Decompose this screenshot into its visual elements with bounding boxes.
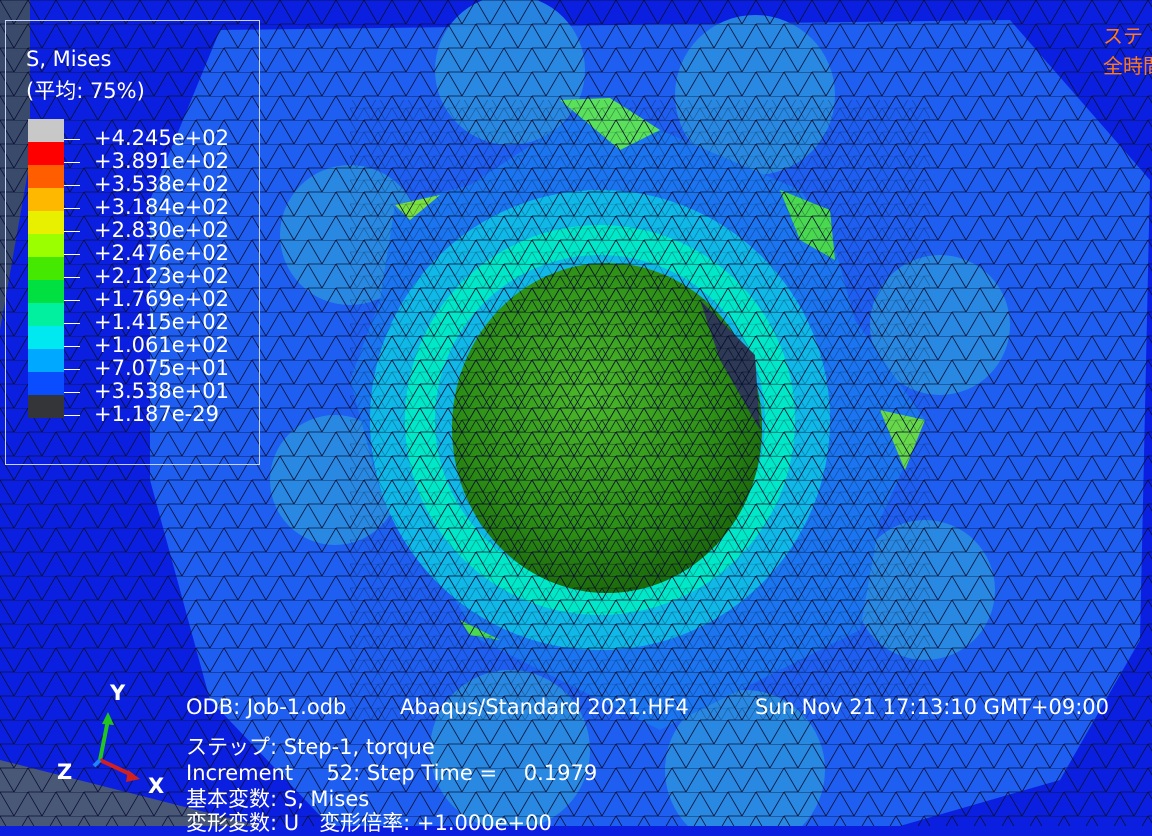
step-description: ステップ: Step-1, torque [186,735,435,759]
legend-value: +4.245e+02 [94,126,229,150]
total-time-label-corner: 全時間 [1103,54,1152,78]
increment-info: Increment 52: Step Time = 0.1979 [186,761,598,785]
x-axis-arrow [99,758,133,777]
z-axis-arrow [92,758,102,768]
legend-tick [64,392,80,393]
step-label-corner: ステ [1103,24,1143,48]
legend-value: +1.061e+02 [94,333,229,357]
legend-value: +1.415e+02 [94,310,229,334]
legend-swatch [28,303,64,326]
legend-value: +7.075e+01 [94,356,229,380]
legend-swatch [28,211,64,234]
legend-tick [64,208,80,209]
legend-swatch [28,142,64,165]
legend-averaging: (平均: 75%) [26,79,145,103]
legend-tick [64,346,80,347]
legend-tick [64,323,80,324]
legend-title: S, Mises [26,47,112,71]
legend-tick [64,139,80,140]
deformed-variable: 変形変数: U 変形倍率: +1.000e+00 [186,811,552,835]
legend-value: +3.891e+02 [94,149,229,173]
legend-tick [64,415,80,416]
contour-legend[interactable]: S, Mises (平均: 75%) +4.245e+02 +3.891e+02 +… [5,20,260,465]
legend-swatch [28,188,64,211]
legend-tick [64,369,80,370]
legend-swatch [28,326,64,349]
legend-swatch [28,119,64,142]
legend-value: +3.538e+02 [94,172,229,196]
legend-swatch [28,257,64,280]
legend-tick [64,300,80,301]
legend-swatch [28,234,64,257]
legend-tick [64,231,80,232]
x-axis-label: X [148,774,165,798]
legend-value: +2.476e+02 [94,241,229,265]
z-axis-label: Z [57,760,73,784]
solver-version: Abaqus/Standard 2021.HF4 [400,695,689,719]
legend-value: +1.187e-29 [94,402,219,426]
legend-swatch [28,280,64,303]
legend-swatch [28,395,64,418]
legend-tick [64,254,80,255]
legend-swatch [28,372,64,395]
legend-value: +1.769e+02 [94,287,229,311]
legend-value: +2.830e+02 [94,218,229,242]
legend-value: +3.184e+02 [94,195,229,219]
model-viewport[interactable]: S, Mises (平均: 75%) +4.245e+02 +3.891e+02 +… [0,0,1152,835]
legend-tick [64,162,80,163]
legend-swatch [28,165,64,188]
legend-value: +3.538e+01 [94,379,229,403]
legend-tick [64,277,80,278]
legend-tick [64,185,80,186]
legend-value: +2.123e+02 [94,264,229,288]
job-date: Sun Nov 21 17:13:10 GMT+09:00 [755,695,1110,719]
primary-variable: 基本変数: S, Mises [186,787,370,811]
legend-swatch [28,349,64,372]
y-axis-label: Y [110,681,126,705]
odb-name: ODB: Job-1.odb [186,695,347,719]
y-axis-arrow [98,719,110,761]
